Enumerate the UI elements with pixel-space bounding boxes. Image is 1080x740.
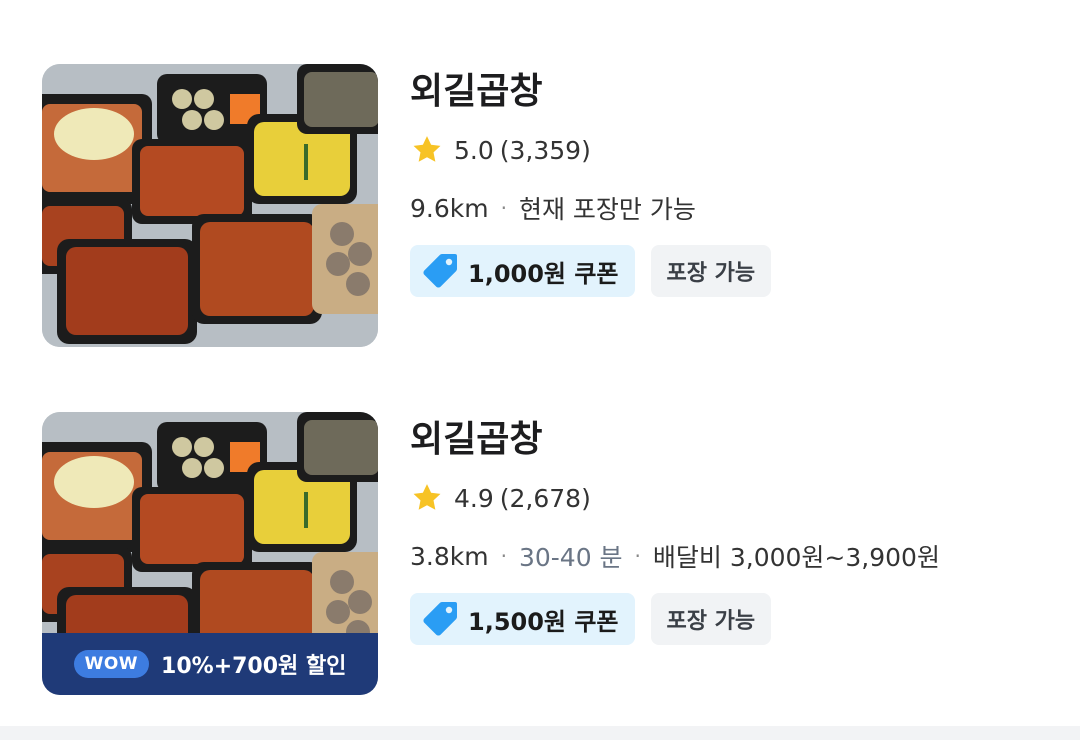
coupon-label: 1,000원 쿠폰 (468, 259, 619, 288)
coupon-badge[interactable]: 1,500원 쿠폰 (410, 593, 635, 645)
delivery-eta: 30-40 분 (518, 543, 623, 572)
pickup-badge: 포장 가능 (650, 245, 772, 297)
wow-pill: WOW (73, 650, 150, 678)
store-info: 외길곱창 5.0 (3,359) 9.6km · 현재 포장만 가능 1,000… (410, 60, 1050, 297)
rating-value: 5.0 (454, 135, 494, 165)
star-icon (413, 484, 441, 510)
store-name[interactable]: 외길곱창 (410, 74, 1050, 110)
store-card[interactable]: 외길곱창 5.0 (3,359) 9.6km · 현재 포장만 가능 1,000… (0, 60, 1080, 360)
review-count: (2,678) (499, 483, 591, 513)
badges: 1,000원 쿠폰 포장 가능 (410, 245, 1050, 297)
review-count: (3,359) (499, 135, 591, 165)
star-icon (413, 136, 441, 162)
coupon-label: 1,500원 쿠폰 (468, 607, 619, 636)
coupon-tag-icon (423, 602, 457, 636)
store-thumbnail[interactable] (42, 64, 378, 347)
meta-row: 3.8km · 30-40 분 · 배달비 3,000원~3,900원 (410, 539, 1050, 573)
wow-discount-banner: WOW 10%+700원 할인 (42, 633, 378, 695)
rating-row: 5.0 (3,359) (410, 133, 1050, 167)
distance: 3.8km (410, 541, 489, 571)
delivery-fee: 배달비 3,000원~3,900원 (652, 543, 940, 572)
coupon-badge[interactable]: 1,000원 쿠폰 (410, 245, 635, 297)
wow-discount-text: 10%+700원 할인 (161, 654, 347, 679)
store-status: 현재 포장만 가능 (518, 195, 696, 224)
separator-dot: · (500, 196, 507, 220)
meta-row: 9.6km · 현재 포장만 가능 (410, 191, 1050, 225)
pickup-badge: 포장 가능 (650, 593, 772, 645)
section-divider (0, 726, 1080, 740)
store-thumbnail[interactable]: WOW 10%+700원 할인 (42, 412, 378, 695)
distance: 9.6km (410, 193, 489, 223)
food-photo (42, 64, 378, 347)
badges: 1,500원 쿠폰 포장 가능 (410, 593, 1050, 645)
store-card[interactable]: WOW 10%+700원 할인 외길곱창 4.9 (2,678) 3.8km ·… (0, 408, 1080, 708)
coupon-tag-icon (423, 254, 457, 288)
rating-value: 4.9 (454, 483, 494, 513)
separator-dot: · (634, 544, 641, 568)
rating-row: 4.9 (2,678) (410, 481, 1050, 515)
separator-dot: · (500, 544, 507, 568)
store-name[interactable]: 외길곱창 (410, 422, 1050, 458)
store-info: 외길곱창 4.9 (2,678) 3.8km · 30-40 분 · 배달비 3… (410, 408, 1050, 645)
